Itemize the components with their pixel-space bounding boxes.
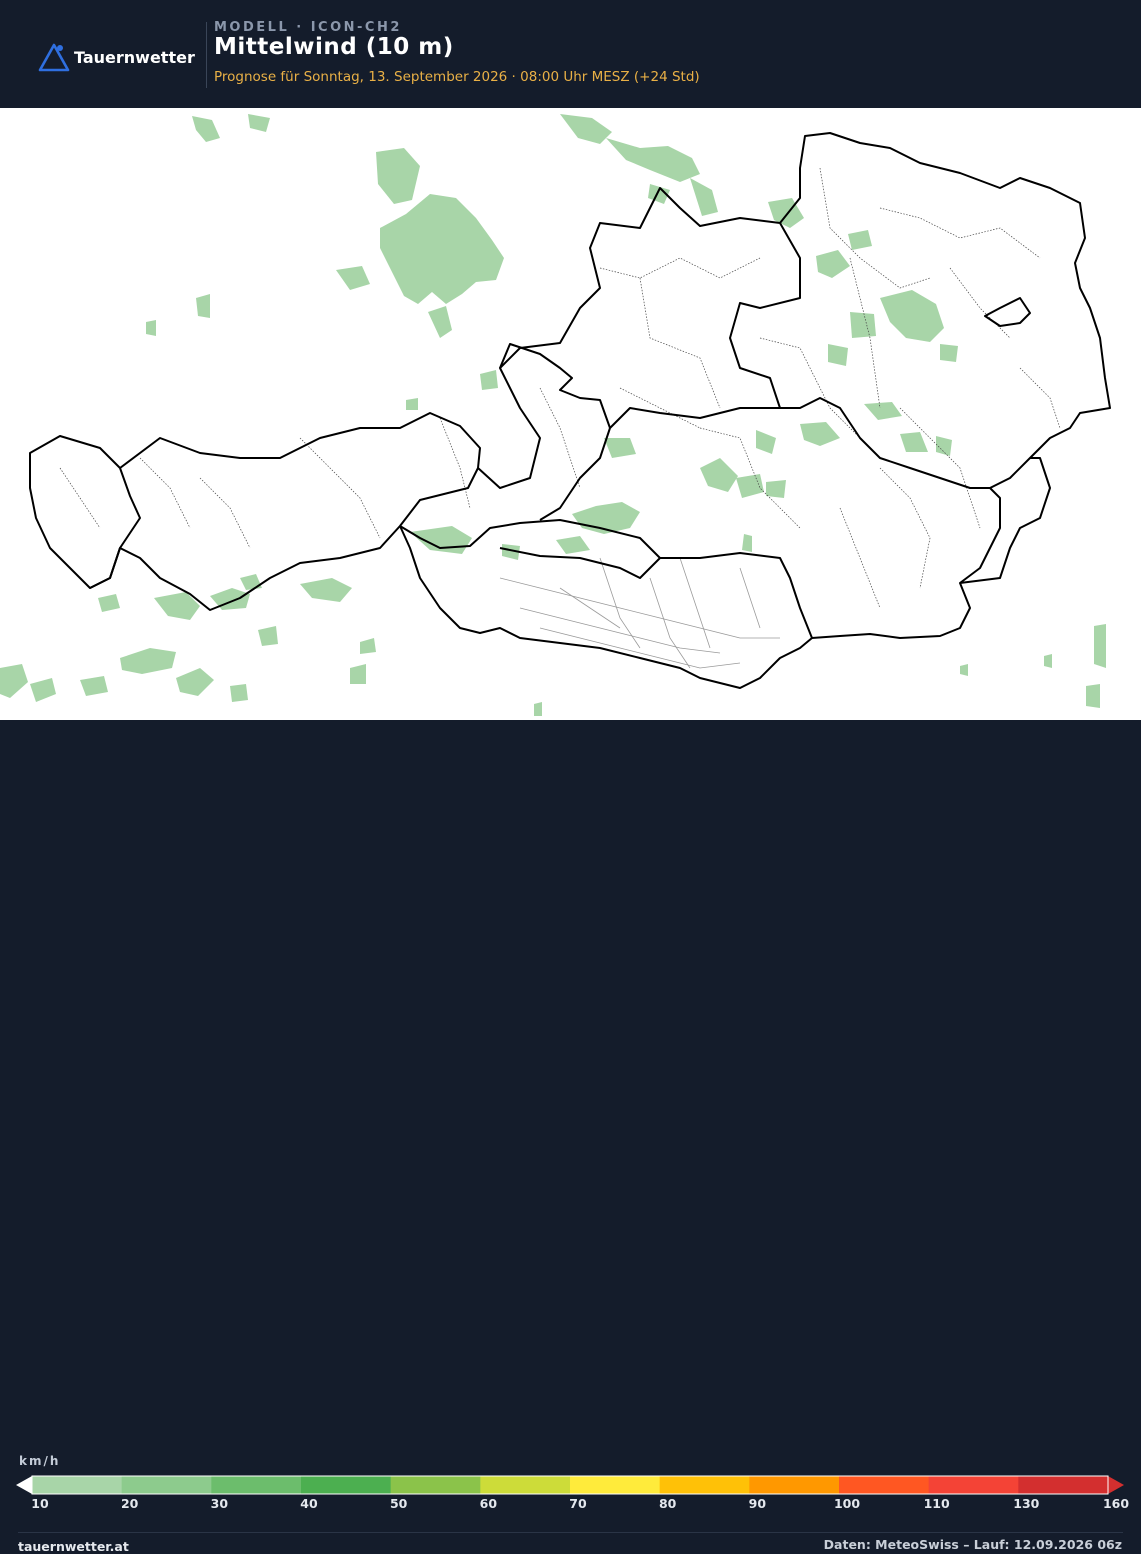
legend-bin-20-30 [121,1476,212,1494]
scale-left-arrow [16,1476,32,1494]
tick-label: 30 [210,1496,229,1511]
legend-bin-30-40 [211,1476,302,1494]
legend-bin-110-130 [928,1476,1019,1494]
scale-right-arrow [1108,1476,1124,1494]
river-network [499,557,780,669]
legend-bin-50-60 [390,1476,481,1494]
tick-label: 80 [658,1496,677,1511]
brand-logo[interactable]: Tauernwetter [38,42,195,72]
legend-bin-60-70 [480,1476,571,1494]
tick-label: 20 [120,1496,139,1511]
data-source: Daten: MeteoSwiss – Lauf: 12.09.2026 06z [823,1537,1122,1552]
footer-divider [18,1532,1123,1533]
color-scale [16,1475,1124,1495]
tick-label: 50 [389,1496,408,1511]
forecast-time: Prognose für Sonntag, 13. September 2026… [214,69,700,85]
legend-bin-10-20 [32,1476,123,1494]
model-label: MODELL · ICON-CH2 [214,20,402,35]
legend-bin-80-90 [659,1476,750,1494]
legend-bin-70-80 [570,1476,661,1494]
legend-unit: km/h [19,1454,61,1468]
legend-panel: km/h 10 20 30 40 50 60 70 80 90 100 110 130 160 taue… [0,720,1141,1554]
tick-label: 70 [569,1496,587,1511]
site-link[interactable]: tauernwetter.at [18,1539,129,1554]
header-divider [206,22,207,88]
brand-name: Tauernwetter [74,47,195,67]
legend-bin-40-50 [301,1476,392,1494]
tick-label: 160 [1102,1496,1130,1511]
tick-label: 90 [748,1496,767,1511]
legend-bin-100-110 [839,1476,930,1494]
wind-field-10-20 [0,114,1106,716]
tick-label: 60 [479,1496,498,1511]
page-title: Mittelwind (10 m) [214,34,454,60]
tick-label: 40 [300,1496,318,1511]
map-canvas [0,114,1111,716]
mountain-triangle-icon [38,43,70,72]
tick-label: 130 [1013,1496,1040,1511]
wind-map[interactable] [0,108,1141,720]
tick-label: 110 [923,1496,950,1511]
legend-bin-90-100 [749,1476,840,1494]
tick-label: 10 [31,1496,49,1511]
color-bins [32,1476,1109,1494]
header-bar: Tauernwetter MODELL · ICON-CH2 Mittelwin… [0,0,1141,108]
tick-label: 100 [833,1496,861,1511]
legend-bin-130-160 [1018,1476,1109,1494]
